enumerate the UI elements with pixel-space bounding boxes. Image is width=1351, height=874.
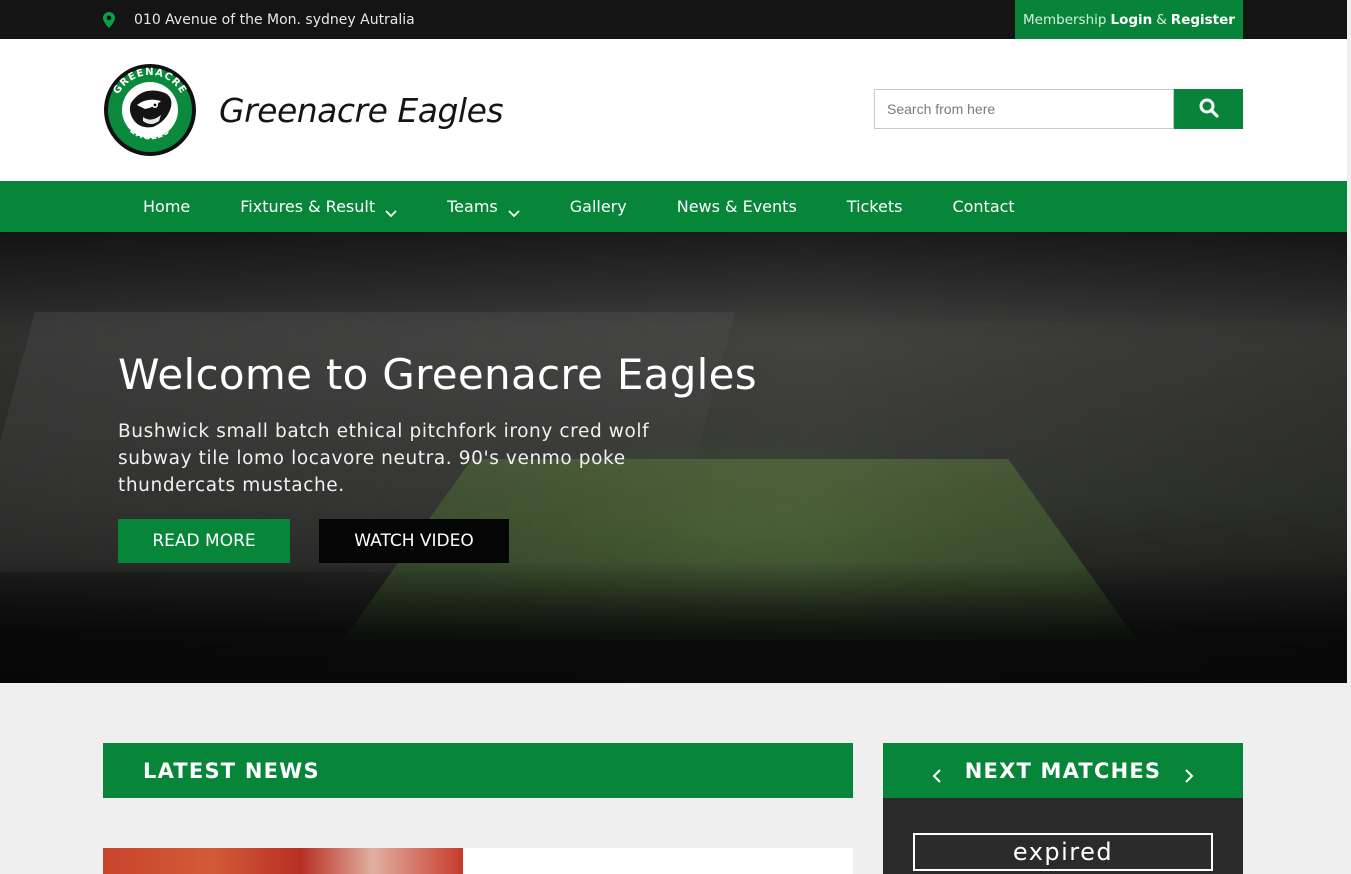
brand-name[interactable]: Greenacre Eagles: [219, 91, 504, 130]
nav-item-label: Teams: [447, 197, 498, 216]
membership-box: Membership Login & Register: [1015, 0, 1243, 39]
chevron-right-icon[interactable]: [1183, 764, 1195, 783]
latest-news-header: LATEST NEWS: [103, 743, 853, 798]
address-text: 010 Avenue of the Mon. sydney Autralia: [134, 11, 415, 28]
read-more-button[interactable]: READ MORE: [118, 519, 290, 563]
membership-label: Membership: [1023, 11, 1107, 28]
chevron-down-icon: [508, 203, 520, 217]
next-matches-header: NEXT MATCHES: [883, 743, 1243, 798]
register-link[interactable]: Register: [1171, 12, 1235, 28]
nav-item-teams[interactable]: Teams: [447, 181, 520, 232]
news-thumbnail[interactable]: [103, 848, 463, 874]
nav-item-label: Contact: [952, 197, 1015, 216]
search-input[interactable]: [874, 89, 1174, 129]
nav-item-label: Fixtures & Result: [240, 197, 376, 216]
nav-item-news-events[interactable]: News & Events: [677, 181, 797, 232]
nav-item-home[interactable]: Home: [143, 181, 190, 232]
club-logo[interactable]: GREENACRE EAGLES: [103, 63, 197, 157]
watch-video-button[interactable]: WATCH VIDEO: [319, 519, 509, 563]
main-nav: Home Fixtures & Result Teams Gallery New…: [0, 181, 1347, 232]
site-header: GREENACRE EAGLES Greenacre Eagles: [0, 39, 1347, 181]
hero-title: Welcome to Greenacre Eagles: [118, 350, 757, 399]
nav-item-label: Home: [143, 197, 191, 216]
nav-item-tickets[interactable]: Tickets: [847, 181, 903, 232]
top-bar: 010 Avenue of the Mon. sydney Autralia M…: [0, 0, 1347, 39]
hero-description: Bushwick small batch ethical pitchfork i…: [118, 421, 650, 496]
hero-banner: Welcome to Greenacre Eagles Bushwick sma…: [0, 232, 1347, 683]
search-icon: [1199, 98, 1219, 121]
latest-news-title: LATEST NEWS: [143, 758, 320, 783]
chevron-down-icon: [385, 203, 397, 217]
map-pin-icon: [103, 11, 115, 28]
nav-item-fixtures[interactable]: Fixtures & Result: [240, 181, 397, 232]
nav-item-label: Tickets: [846, 197, 903, 216]
nav-item-label: News & Events: [676, 197, 797, 216]
login-link[interactable]: Login: [1110, 12, 1152, 28]
chevron-left-icon[interactable]: [931, 764, 943, 783]
next-matches-title: NEXT MATCHES: [964, 758, 1162, 783]
nav-item-contact[interactable]: Contact: [952, 181, 1014, 232]
match-status-badge: expired: [913, 833, 1213, 871]
search-button[interactable]: [1174, 89, 1243, 129]
nav-item-label: Gallery: [569, 197, 627, 216]
ampersand: &: [1156, 11, 1167, 28]
address: 010 Avenue of the Mon. sydney Autralia: [103, 0, 415, 39]
nav-item-gallery[interactable]: Gallery: [570, 181, 627, 232]
